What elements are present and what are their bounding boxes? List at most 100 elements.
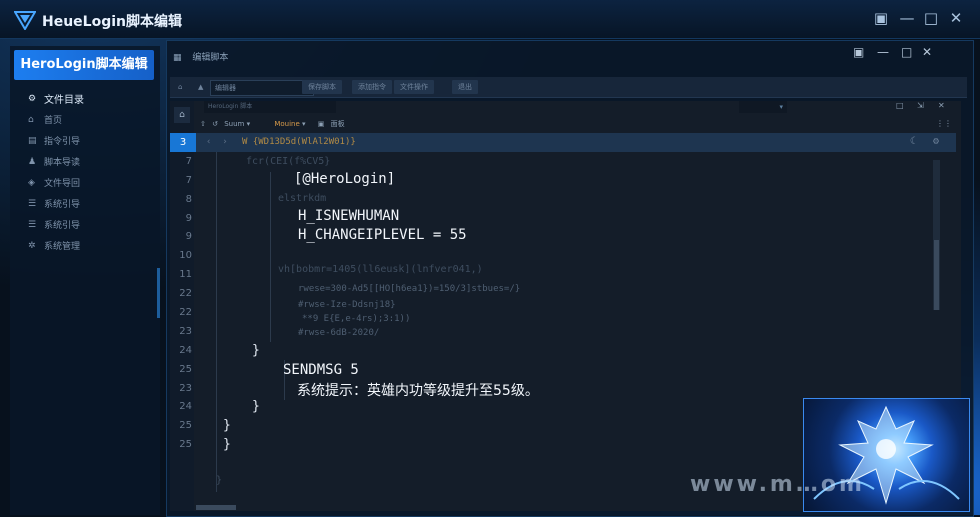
file-icon: ▤ — [28, 135, 37, 146]
line-number: 9 — [185, 231, 192, 243]
dropdown-value: 编辑器 — [215, 84, 236, 92]
sidebar-item-system-guide-2[interactable]: ☰ 系统引导 — [16, 214, 156, 235]
line-number: 22 — [179, 307, 192, 319]
line-number: 25 — [179, 363, 192, 375]
moon-icon[interactable]: ☾ — [910, 136, 916, 147]
line-number: 7 — [185, 174, 192, 186]
line-number: 25 — [179, 420, 192, 432]
sidebar-item-label: 首页 — [44, 116, 63, 126]
sidebar-item-label: 系统管理 — [44, 242, 81, 252]
sidebar-nav: ⚙ 文件目录 ⌂ 首页 ▤ 指令引导 ♟ 脚本导读 ◈ 文件导回 ☰ 系统引导 … — [16, 88, 156, 256]
settings-icon[interactable]: ⚙ — [933, 136, 939, 147]
app-logo-icon — [14, 11, 36, 30]
code-line: } — [223, 418, 231, 433]
home-icon[interactable]: ⌂ — [174, 107, 190, 123]
sidebar-item-label: 脚本导读 — [44, 158, 81, 168]
home-icon[interactable]: ⌂ — [178, 80, 182, 94]
sidebar-item-system-guide[interactable]: ☰ 系统引导 — [16, 193, 156, 214]
chevron-down-icon: ▾ — [246, 120, 251, 128]
editor-dropdown[interactable]: 编辑器 ▾ — [210, 80, 314, 96]
maximize-icon[interactable]: □ — [922, 9, 940, 27]
user-icon: ♟ — [28, 156, 37, 167]
editor-tab[interactable]: HeroLogin 脚本 — [204, 101, 336, 113]
minimize-icon[interactable]: — — [898, 9, 916, 27]
panel-layout-icon[interactable]: ▣ — [853, 45, 864, 59]
panel-layout-icon[interactable]: ▣ — [872, 9, 890, 27]
indent-guide — [270, 172, 271, 342]
gear-icon: ⚙ — [28, 93, 37, 104]
sidebar: HeroLogin脚本编辑 ⚙ 文件目录 ⌂ 首页 ▤ 指令引导 ♟ 脚本导读 … — [10, 46, 160, 515]
code-line: #rwse-Ize-Ddsnj18} — [298, 300, 396, 310]
maximize-icon[interactable]: □ — [901, 45, 912, 59]
code-line: #rwse-6dB-2020/ — [298, 328, 380, 338]
code-line: W {WD13D5d(WlAl2W01)} — [242, 137, 356, 147]
scrollbar-thumb[interactable] — [934, 240, 939, 310]
tool-group-3[interactable]: 面板 — [331, 120, 345, 128]
minimize-icon[interactable]: — — [877, 45, 889, 59]
undo-icon[interactable]: ↺ — [212, 120, 218, 128]
line-number: 24 — [179, 401, 192, 413]
line-number: 24 — [179, 344, 192, 356]
vertical-scrollbar[interactable] — [933, 160, 940, 310]
main-heading: ▦ 编辑脚本 — [173, 50, 228, 63]
list-icon: ☰ — [28, 219, 37, 230]
grid-icon: ▦ — [173, 53, 182, 63]
save-icon[interactable]: ⇧ — [200, 120, 206, 128]
exit-button[interactable]: 退出 — [452, 80, 478, 94]
horizontal-scrollbar[interactable] — [196, 505, 236, 510]
sidebar-item-files[interactable]: ⚙ 文件目录 — [16, 88, 156, 109]
dock-icon[interactable]: ⇲ — [917, 101, 924, 110]
tool-group-2[interactable]: Mouine — [274, 120, 299, 128]
list-icon: ☰ — [28, 198, 37, 209]
line-number: 10 — [179, 250, 192, 262]
code-line: H_CHANGEIPLEVEL = 55 — [298, 227, 467, 243]
close-icon[interactable]: ✕ — [947, 9, 965, 27]
line-number: 23 — [179, 382, 192, 394]
code-line: } — [252, 399, 260, 414]
close-icon[interactable]: ✕ — [938, 101, 945, 110]
sidebar-item-home[interactable]: ⌂ 首页 — [16, 109, 156, 130]
sidebar-item-system-admin[interactable]: ✲ 系统管理 — [16, 235, 156, 256]
sidebar-scrollbar[interactable] — [157, 268, 160, 318]
sidebar-item-label: 系统引导 — [44, 200, 81, 210]
code-line: rwese=300-Ad5[[HO[h6ea1})=150/3]stbues=/… — [298, 284, 521, 294]
home-icon: ⌂ — [28, 114, 34, 125]
main-heading-label: 编辑脚本 — [192, 53, 229, 63]
editor-search-field[interactable]: ▾ — [739, 101, 787, 113]
line-number: 9 — [185, 212, 192, 224]
more-icon[interactable]: ⋮⋮ — [936, 119, 952, 128]
code-line: fcr(CEI(f%CV5} — [246, 156, 331, 167]
line-number-gutter: 3 7 7 8 9 9 10 11 22 22 23 24 25 23 24 2… — [170, 133, 196, 498]
close-icon[interactable]: ✕ — [922, 45, 932, 59]
line-number: 25 — [179, 439, 192, 451]
add-command-button[interactable]: 添加指令 — [352, 80, 392, 94]
restore-icon[interactable]: □ — [896, 101, 904, 110]
file-ops-button[interactable]: 文件操作 — [394, 80, 434, 94]
code-line: } — [252, 343, 260, 358]
chevron-down-icon: ▾ — [779, 103, 783, 111]
code-line: **9 E{E,e-4rs);3:1)) — [302, 314, 411, 324]
line-number: 11 — [179, 269, 192, 281]
line-number: 8 — [185, 193, 192, 205]
code-line: 系统提示：英雄内功等级提升至55级。 — [297, 383, 539, 399]
sidebar-item-return[interactable]: ◈ 文件导回 — [16, 172, 156, 193]
app-title: HeueLogin脚本编辑 — [42, 14, 182, 30]
sidebar-item-reading[interactable]: ♟ 脚本导读 — [16, 151, 156, 172]
sidebar-item-label: 系统引导 — [44, 221, 81, 231]
save-script-button[interactable]: 保存脚本 — [302, 80, 342, 94]
sidebar-item-commands[interactable]: ▤ 指令引导 — [16, 130, 156, 151]
line-number: 23 — [179, 325, 192, 337]
fold-icon[interactable]: ‹ › — [206, 137, 228, 147]
line-number: 3 — [170, 133, 196, 152]
toolbar: ⌂ ▲ 编辑器 ▾ 保存脚本 添加指令 文件操作 退出 — [170, 77, 967, 98]
code-line: H_ISNEWHUMAN — [298, 208, 400, 224]
up-arrow-icon[interactable]: ▲ — [198, 80, 203, 94]
code-line: } — [216, 475, 223, 486]
panel-icon[interactable]: ▣ — [318, 120, 325, 128]
shield-icon: ◈ — [28, 177, 35, 188]
tool-group-1[interactable]: Suum — [224, 120, 244, 128]
editor-tools: ⇧ ↺ Suum ▾ Mouine ▾ ▣ 面板 — [200, 119, 345, 133]
code-line: elstrkdm — [278, 193, 327, 204]
brand-button[interactable]: HeroLogin脚本编辑 — [14, 50, 154, 80]
code-line: SENDMSG 5 — [283, 362, 359, 378]
